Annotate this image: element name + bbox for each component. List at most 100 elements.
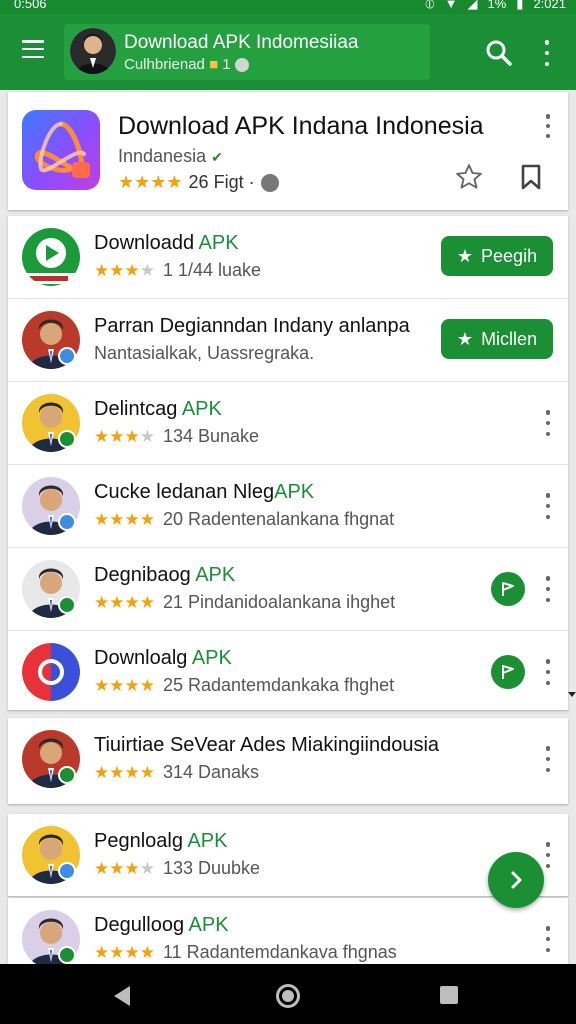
row-meta: ★★★★ 134 Bunake bbox=[94, 426, 259, 447]
row-title-apk: APK bbox=[181, 398, 222, 420]
row-meta-text: 25 Radantemdankaka fhghet bbox=[162, 675, 395, 695]
row-title-apk: APK bbox=[195, 564, 236, 586]
row-meta: ★★★★ 25 Radantemdankaka fhghet bbox=[94, 675, 394, 696]
row-more-button[interactable] bbox=[544, 842, 552, 868]
row-more-button[interactable] bbox=[544, 926, 552, 952]
row-more-button[interactable] bbox=[544, 659, 552, 685]
star-icon: ★ bbox=[456, 245, 474, 266]
app-card[interactable]: Pegnloalg APK ★★★★ 133 Duubke bbox=[8, 814, 568, 896]
person-icon bbox=[70, 28, 116, 74]
row-more-button[interactable] bbox=[544, 576, 552, 602]
row-meta: ★★★★ 133 Duubke bbox=[94, 858, 260, 879]
menu-icon-line bbox=[22, 55, 44, 58]
row-title: Pegnloalg APK bbox=[94, 830, 227, 853]
card-more-button[interactable] bbox=[544, 114, 552, 138]
row-title: Degulloog APK bbox=[94, 914, 229, 937]
favorite-button[interactable] bbox=[454, 162, 484, 192]
verified-badge-icon bbox=[58, 862, 76, 880]
menu-icon-line bbox=[22, 47, 44, 51]
app-bar: Download APK Indomesiiaa Culhbrienad ■ 1 bbox=[0, 14, 576, 90]
star-rating: ★★★★ bbox=[94, 858, 155, 878]
install-button[interactable]: ★ Peegih bbox=[441, 236, 553, 276]
menu-button[interactable] bbox=[22, 40, 44, 58]
row-meta: ★★★★ 21 Pindanidoalankana ihghet bbox=[94, 592, 395, 613]
flag-icon bbox=[502, 582, 514, 596]
row-title: Downloadd APK bbox=[94, 232, 239, 255]
app-subtitle-text: Inndanesia bbox=[118, 146, 207, 166]
recents-button[interactable] bbox=[440, 986, 458, 1004]
download-button[interactable] bbox=[491, 572, 525, 606]
app-bar-profile[interactable]: Download APK Indomesiiaa Culhbrienad ■ 1 bbox=[64, 24, 430, 80]
row-meta-text: 20 Radentenalankana fhgnat bbox=[162, 509, 395, 529]
list-item[interactable]: Parran Degianndan Indany anlanpa Nantasia… bbox=[8, 299, 568, 382]
list-item[interactable]: Delintcag APK ★★★★ 134 Bunake bbox=[8, 382, 568, 465]
list-item[interactable]: Pegnloalg APK ★★★★ 133 Duubke bbox=[8, 814, 568, 897]
bookmark-icon bbox=[521, 164, 541, 190]
row-title-text: Delintcag bbox=[94, 398, 182, 420]
info-icon bbox=[260, 173, 279, 192]
row-more-button[interactable] bbox=[544, 410, 552, 436]
star-icon: ★ bbox=[456, 328, 474, 349]
verified-badge-icon bbox=[58, 347, 76, 365]
row-title: Cucke ledanan NlegAPK bbox=[94, 481, 314, 504]
app-logo-icon bbox=[22, 643, 80, 701]
search-icon bbox=[486, 40, 512, 66]
bookmark-button[interactable] bbox=[520, 164, 542, 190]
app-card[interactable]: Tiuirtiae SeVear Ades Miakingiindousia ★★… bbox=[8, 718, 568, 804]
row-meta: Nantasialkak, Uassregraka. bbox=[94, 343, 314, 364]
row-title-text: Cucke ledanan Nleg bbox=[94, 481, 275, 503]
row-meta-text: Nantasialkak, Uassregraka. bbox=[94, 343, 315, 363]
app-icon bbox=[22, 110, 100, 190]
row-meta: ★★★★ 11 Radantemdankava fhgnas bbox=[94, 942, 397, 963]
verified-badge-icon bbox=[58, 946, 76, 964]
status-bar: 0:506 ⦶ ▼ ◢ 1% ▮ 2:021 bbox=[0, 0, 576, 14]
more-options-button[interactable] bbox=[540, 40, 554, 66]
row-title-text: Downloalg bbox=[94, 647, 192, 669]
app-title: Download APK Indana Indonesia bbox=[118, 112, 484, 140]
row-title-apk: APK bbox=[188, 914, 229, 936]
verified-badge-icon bbox=[58, 766, 76, 784]
next-button[interactable] bbox=[488, 852, 544, 908]
row-more-button[interactable] bbox=[544, 493, 552, 519]
status-icons: ⦶ ▼ ◢ 1% ▮ 2:021 bbox=[425, 0, 566, 10]
verified-badge-icon bbox=[58, 430, 76, 448]
list-item[interactable]: Cucke ledanan NlegAPK ★★★★ 20 Radentenalan… bbox=[8, 465, 568, 548]
home-button[interactable] bbox=[276, 984, 300, 1008]
row-title-text: Pegnloalg bbox=[94, 830, 188, 852]
app-logo-icon bbox=[34, 121, 90, 178]
list-item[interactable]: Degnibaog APK ★★★★ 21 Pindanidoalankana ih… bbox=[8, 548, 568, 631]
navigation-bar bbox=[0, 964, 576, 1024]
battery-percent: 1% bbox=[487, 0, 507, 11]
download-button[interactable] bbox=[491, 655, 525, 689]
star-rating: ★★★★ bbox=[118, 172, 183, 192]
row-title: Tiuirtiae SeVear Ades Miakingiindousia bbox=[94, 734, 439, 757]
scroll-indicator bbox=[568, 692, 576, 697]
star-rating: ★★★★ bbox=[94, 592, 155, 612]
install-button[interactable]: ★ Micllen bbox=[441, 319, 553, 359]
row-meta-text: 1 1/44 luake bbox=[162, 260, 262, 280]
star-rating: ★★★★ bbox=[94, 942, 155, 962]
star-rating: ★★★★ bbox=[94, 260, 155, 280]
app-header-card[interactable]: Download APK Indana Indonesia Inndanesia… bbox=[8, 92, 568, 210]
row-title-apk: APK bbox=[191, 647, 232, 669]
star-rating: ★★★★ bbox=[94, 509, 155, 529]
badge-icon: ✔ bbox=[211, 149, 223, 165]
app-bar-subtitle-suffix: 1 bbox=[222, 56, 231, 73]
row-more-button[interactable] bbox=[544, 746, 552, 772]
verified-icon bbox=[234, 58, 249, 73]
install-button-label: Micllen bbox=[481, 328, 538, 349]
row-meta: ★★★★ 1 1/44 luake bbox=[94, 260, 261, 281]
search-button[interactable] bbox=[484, 38, 514, 68]
battery-icon: ▮ bbox=[516, 0, 524, 11]
list-item[interactable]: Downloadd APK ★★★★ 1 1/44 luake ★ Peegih bbox=[8, 216, 568, 299]
row-meta: ★★★★ 20 Radentenalankana fhgnat bbox=[94, 509, 394, 530]
row-title: Parran Degianndan Indany anlanpa bbox=[94, 315, 410, 338]
list-item[interactable]: Downloalg APK ★★★★ 25 Radantemdankaka fhgh… bbox=[8, 631, 568, 714]
list-item[interactable]: Tiuirtiae SeVear Ades Miakingiindousia ★★… bbox=[8, 718, 568, 801]
row-title-text: Parran Degianndan Indany anlanpa bbox=[94, 315, 410, 337]
app-card[interactable]: Degulloog APK ★★★★ 11 Radantemdankava fhgn… bbox=[8, 898, 568, 968]
install-button-label: Peegih bbox=[481, 245, 538, 266]
vibrate-icon: ⦶ bbox=[425, 0, 435, 11]
back-button[interactable] bbox=[114, 986, 130, 1006]
row-title-text: Degnibaog bbox=[94, 564, 196, 586]
